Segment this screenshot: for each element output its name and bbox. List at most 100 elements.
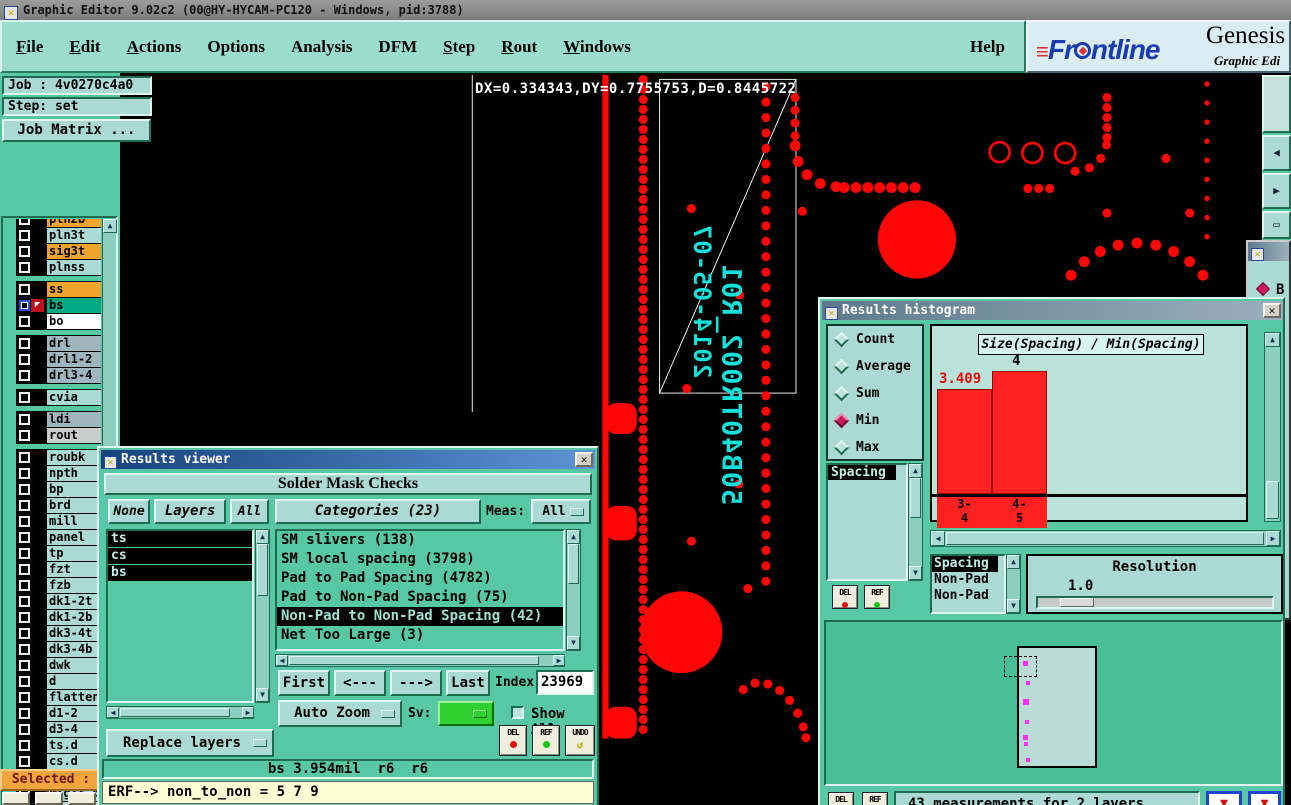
- layer-row[interactable]: drl: [16, 336, 101, 351]
- stat-mode-max[interactable]: Max: [828, 434, 922, 461]
- histogram-layer-scrollbar[interactable]: ▲ ▼: [1006, 554, 1021, 614]
- scroll-slot[interactable]: [1262, 75, 1291, 133]
- layer-row[interactable]: pln3t: [16, 228, 101, 243]
- layer-row[interactable]: plnss: [16, 260, 101, 275]
- viewer-layer-list[interactable]: ts cs bs: [106, 529, 254, 703]
- layer-row[interactable]: bp: [16, 482, 101, 497]
- layer-checkbox[interactable]: [19, 756, 30, 767]
- category-item[interactable]: Net Too Large (3): [277, 626, 563, 645]
- layer-row[interactable]: fzb: [16, 578, 101, 593]
- scroll-down-icon[interactable]: ▼: [909, 566, 922, 580]
- pan-view-button[interactable]: ▼: [1206, 791, 1242, 805]
- menu-edit[interactable]: Edit: [69, 37, 100, 57]
- layer-checkbox[interactable]: [19, 660, 30, 671]
- layer-row[interactable]: dk1-2t: [16, 594, 101, 609]
- layer-checkbox[interactable]: [19, 644, 30, 655]
- scroll-left-icon[interactable]: ◀: [931, 531, 945, 546]
- viewer-layer-hscrollbar[interactable]: ◀ ▶: [106, 706, 254, 719]
- layer-row[interactable]: panel: [16, 530, 101, 545]
- reference-button[interactable]: REF: [862, 792, 888, 805]
- layer-checkbox[interactable]: [19, 370, 30, 381]
- scroll-thumb[interactable]: [568, 544, 579, 584]
- chart-vscrollbar[interactable]: ▲: [1264, 332, 1281, 522]
- auto-zoom-dropdown[interactable]: Auto Zoom: [278, 700, 402, 727]
- measure-type-list[interactable]: Spacing: [826, 463, 908, 581]
- layer-checkbox[interactable]: [19, 414, 30, 425]
- layer-row[interactable]: dk3-4t: [16, 626, 101, 641]
- menu-windows[interactable]: Windows: [563, 37, 631, 57]
- category-item[interactable]: SM slivers (138): [277, 531, 563, 550]
- layer-checkbox[interactable]: [19, 740, 30, 751]
- results-viewer-titlebar[interactable]: ✕ Results viewer ✕: [101, 450, 595, 469]
- layer-row[interactable]: dk3-4b: [16, 642, 101, 657]
- histogram-layer-item[interactable]: Spacing: [932, 556, 998, 572]
- layer-checkbox[interactable]: [19, 484, 30, 495]
- measure-type-item[interactable]: Spacing: [828, 465, 896, 480]
- stat-mode-average[interactable]: Average: [828, 353, 922, 380]
- layer-checkbox[interactable]: [19, 354, 30, 365]
- viewer-layer-item[interactable]: cs: [108, 548, 252, 564]
- layer-row[interactable]: npth: [16, 466, 101, 481]
- category-item[interactable]: SM local spacing (3798): [277, 550, 563, 569]
- scroll-up-icon[interactable]: ▲: [256, 530, 269, 544]
- layer-checkbox[interactable]: [19, 246, 30, 257]
- layer-checkbox[interactable]: [19, 692, 30, 703]
- bottom-toolbar-stub[interactable]: [2, 792, 101, 805]
- scroll-up-icon[interactable]: ▲: [103, 219, 117, 233]
- layer-checkbox[interactable]: [19, 230, 30, 241]
- viewer-layer-item[interactable]: ts: [108, 531, 252, 547]
- layer-checkbox[interactable]: [19, 612, 30, 623]
- background-window-titlebar[interactable]: ✕: [1248, 242, 1289, 261]
- layer-row[interactable]: flatten: [16, 690, 101, 705]
- layer-row[interactable]: d: [16, 674, 101, 689]
- layer-row[interactable]: d3-4: [16, 722, 101, 737]
- layer-checkbox[interactable]: [19, 262, 30, 273]
- stat-mode-min[interactable]: Min: [828, 407, 922, 434]
- menu-help[interactable]: Help: [970, 37, 1005, 57]
- app-titlebar[interactable]: ✕ Graphic Editor 9.02c2 (00@HY-HYCAM-PC12…: [0, 0, 1291, 20]
- layer-row[interactable]: ss: [16, 282, 101, 297]
- slider-thumb[interactable]: [1060, 598, 1094, 607]
- layer-checkbox[interactable]: [19, 708, 30, 719]
- none-button[interactable]: None: [108, 499, 150, 524]
- layer-checkbox[interactable]: [19, 724, 30, 735]
- viewer-layer-item[interactable]: bs: [108, 565, 252, 581]
- layer-checkbox[interactable]: [19, 392, 30, 403]
- layer-row[interactable]: drl3-4: [16, 368, 101, 383]
- close-icon[interactable]: ✕: [575, 452, 593, 467]
- pan-left-button[interactable]: ◀: [1262, 135, 1291, 171]
- layer-row[interactable]: pln2b: [16, 219, 101, 227]
- show-all-checkbox[interactable]: [511, 706, 524, 719]
- scroll-up-icon[interactable]: ▲: [1265, 333, 1280, 347]
- reference-button[interactable]: REF: [864, 585, 890, 609]
- layer-row[interactable]: ldi: [16, 412, 101, 427]
- undo-button[interactable]: UNDO ↺: [565, 725, 595, 756]
- layer-checkbox[interactable]: [19, 316, 30, 327]
- scroll-up-icon[interactable]: ▲: [1007, 555, 1020, 569]
- first-button[interactable]: First: [278, 670, 330, 696]
- layers-header[interactable]: Layers: [154, 499, 226, 524]
- reference-button[interactable]: REF: [532, 725, 560, 756]
- histogram-layer-list[interactable]: Spacing Non-Pad Non-Pad: [930, 554, 1006, 614]
- layer-row[interactable]: fzt: [16, 562, 101, 577]
- job-matrix-button[interactable]: Job Matrix ...: [2, 119, 151, 142]
- stat-mode-sum[interactable]: Sum: [828, 380, 922, 407]
- scroll-right-icon[interactable]: ▶: [242, 707, 254, 718]
- layer-row[interactable]: cvia: [16, 390, 101, 405]
- layer-row[interactable]: dwk: [16, 658, 101, 673]
- scroll-left-icon[interactable]: ◀: [107, 707, 119, 718]
- layer-row[interactable]: ts.d: [16, 738, 101, 753]
- last-button[interactable]: Last: [446, 670, 490, 696]
- categories-hscrollbar[interactable]: ◀ ▶: [275, 654, 565, 667]
- layer-row[interactable]: tp: [16, 546, 101, 561]
- radio-diamond-icon[interactable]: [1255, 281, 1271, 297]
- layer-row[interactable]: d1-2: [16, 706, 101, 721]
- layer-row[interactable]: cs.d: [16, 754, 101, 769]
- histogram-layer-item[interactable]: Non-Pad: [932, 588, 1004, 604]
- layer-row[interactable]: brd: [16, 498, 101, 513]
- menu-analysis[interactable]: Analysis: [291, 37, 352, 57]
- menu-options[interactable]: Options: [207, 37, 265, 57]
- layer-row[interactable]: dk1-2b: [16, 610, 101, 625]
- layer-checkbox[interactable]: [19, 219, 30, 225]
- layer-checkbox[interactable]: [19, 338, 30, 349]
